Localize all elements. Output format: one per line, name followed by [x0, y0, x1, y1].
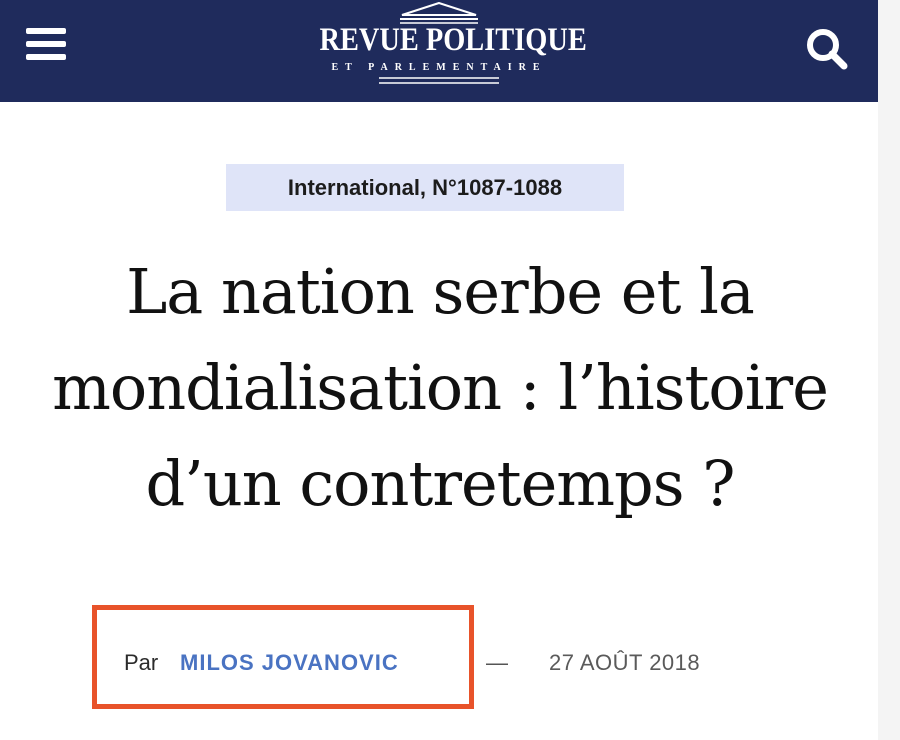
search-button[interactable] — [800, 22, 854, 76]
menu-button[interactable] — [22, 22, 72, 66]
search-icon — [807, 29, 848, 70]
byline-separator: — — [486, 650, 508, 675]
category-badge[interactable]: International, N°1087-1088 — [226, 164, 624, 211]
menu-icon-bar — [26, 41, 66, 47]
author-highlight-box — [92, 605, 474, 709]
logo-subtitle: ET PARLEMENTAIRE — [331, 62, 547, 73]
site-logo[interactable]: REVUE POLITIQUE ET PARLEMENTAIRE — [300, 0, 587, 102]
site-header: REVUE POLITIQUE ET PARLEMENTAIRE — [0, 0, 878, 102]
menu-icon-bar — [26, 54, 66, 60]
page-edge — [878, 0, 900, 740]
parliament-building-icon — [400, 2, 478, 24]
logo-base-icon — [379, 77, 499, 84]
menu-icon-bar — [26, 28, 66, 34]
article-title: La nation serbe et la mondialisation : l… — [52, 255, 829, 520]
publish-date: 27 AOÛT 2018 — [549, 650, 701, 675]
logo-title: REVUE POLITIQUE — [319, 22, 587, 58]
